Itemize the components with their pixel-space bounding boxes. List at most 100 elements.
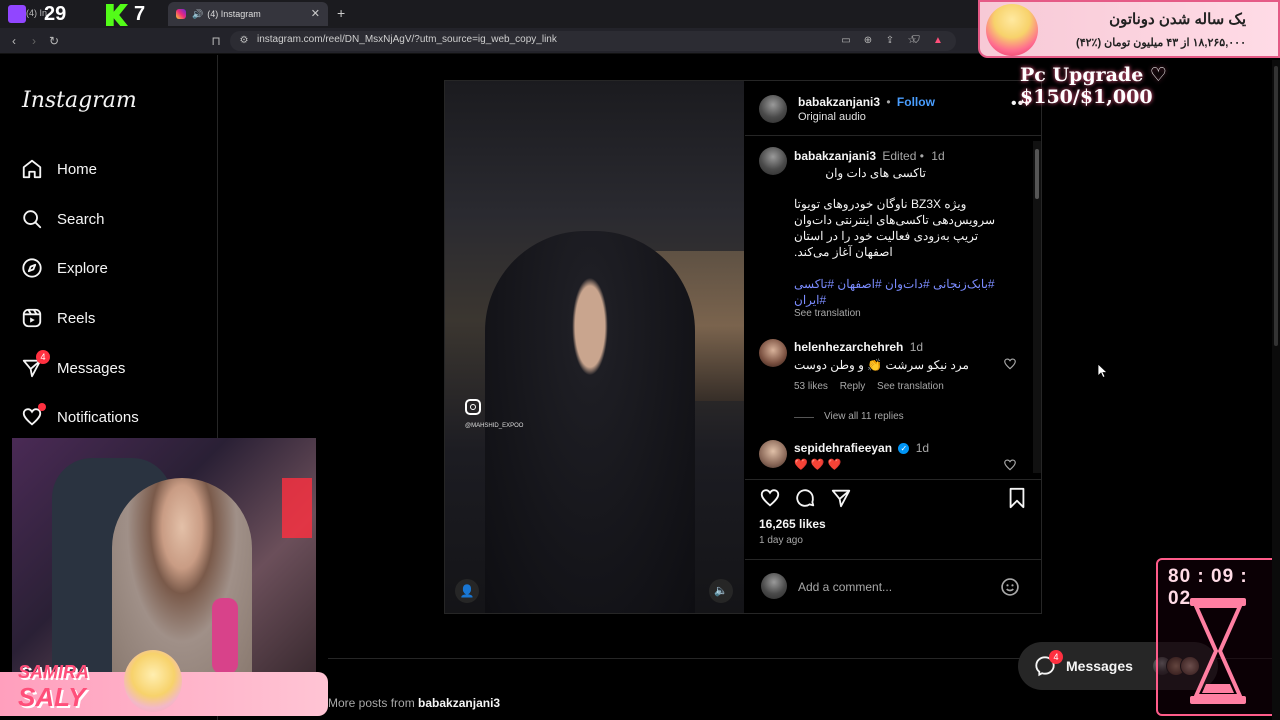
stream-counter-right: 7 xyxy=(134,3,146,25)
close-tab-icon[interactable]: ✕ xyxy=(311,7,320,20)
tagged-user-button[interactable]: 👤 xyxy=(455,579,479,603)
comment-avatar[interactable] xyxy=(759,440,787,468)
emoji-icon[interactable] xyxy=(1000,577,1020,602)
scrollbar-thumb[interactable] xyxy=(1035,149,1039,199)
streamer-name-line1: SAMIRA xyxy=(18,662,89,682)
instagram-favicon-icon xyxy=(176,9,186,19)
sidebar-item-home[interactable]: Home xyxy=(20,153,200,185)
caption-header: babakzanjani3 Edited • 1d xyxy=(794,149,945,163)
add-comment-input[interactable]: Add a comment... xyxy=(798,580,892,594)
streamer-webcam xyxy=(12,438,316,674)
countdown-timer-widget: 80 : 09 : 02 xyxy=(1156,558,1278,716)
page-scrollbar-thumb[interactable] xyxy=(1274,66,1278,346)
zoom-icon[interactable]: ⊕ xyxy=(860,33,876,49)
notifications-dot xyxy=(38,403,46,411)
verified-badge-icon: ✓ xyxy=(898,443,910,455)
messages-pill-badge: 4 xyxy=(1049,650,1063,664)
comment-username[interactable]: sepidehrafieeyan xyxy=(794,441,892,455)
reel-video[interactable]: @MAHSHID_EXPOO 👤 🔈 xyxy=(445,81,744,613)
sidebar-item-notifications[interactable]: Notifications xyxy=(20,401,200,433)
new-tab-button[interactable]: + xyxy=(337,5,345,21)
post-header-line: babakzanjani3 • Follow xyxy=(798,95,935,109)
caption-avatar[interactable] xyxy=(759,147,787,175)
author-username[interactable]: babakzanjani3 xyxy=(798,95,880,109)
likes-count[interactable]: 16,265 likes xyxy=(759,517,826,531)
speaker-icon: 🔈 xyxy=(714,585,728,597)
more-posts-heading: More posts from babakzanjani3 xyxy=(328,696,500,710)
extension-icon[interactable]: ▲ xyxy=(930,33,946,49)
streamer-cartoon-avatar xyxy=(124,650,182,712)
sidebar-item-label: Search xyxy=(57,210,105,228)
sidebar-item-messages[interactable]: 4 Messages xyxy=(20,350,200,384)
neon-light xyxy=(282,478,312,538)
comment-reply[interactable]: Reply xyxy=(840,381,866,392)
sidebar-item-reels[interactable]: Reels xyxy=(20,302,200,334)
comment-icon[interactable] xyxy=(794,487,816,514)
tab-title: (4) Instagram xyxy=(207,9,261,19)
cast-icon[interactable]: ▭ xyxy=(838,33,854,49)
author-avatar[interactable] xyxy=(759,95,787,123)
comment-like-icon[interactable] xyxy=(1003,357,1017,376)
messages-badge: 4 xyxy=(36,350,50,364)
instagram-logo[interactable]: Instagram xyxy=(22,88,137,113)
home-icon xyxy=(20,157,44,181)
comment-username[interactable]: helenhezarchehreh xyxy=(794,340,903,354)
comments-scrollbar[interactable] xyxy=(1033,141,1041,473)
donation-goal-widget: یک ساله شدن دوناتون ۱۸,۲۶۵,۰۰۰ از ۴۳ میل… xyxy=(978,0,1280,58)
shield-icon[interactable]: ⛉ xyxy=(908,33,924,49)
replies-line xyxy=(794,417,814,418)
page-scrollbar[interactable] xyxy=(1272,60,1280,720)
more-posts-prefix: More posts from xyxy=(328,696,415,710)
share-icon[interactable]: ⇪ xyxy=(882,33,898,49)
like-icon[interactable] xyxy=(759,487,781,514)
more-posts-user[interactable]: babakzanjani3 xyxy=(418,696,500,710)
caption-age[interactable]: 1d xyxy=(931,149,944,163)
video-person-silhouette xyxy=(485,231,695,613)
tab-instagram[interactable]: 🔊 (4) Instagram ✕ xyxy=(168,2,328,26)
mouse-cursor-icon xyxy=(1097,363,1109,383)
goal-text: Pc Upgrade ♡ $150/$1,000 xyxy=(1020,64,1167,108)
caption-line-2: سرویس‌دهی تاکسی‌های اینترنتی دات‌وان xyxy=(794,213,995,227)
post-details-pane: babakzanjani3 • Follow Original audio ••… xyxy=(745,81,1041,613)
sidebar-item-label: Explore xyxy=(57,259,108,277)
bookmark-icon[interactable]: ⊓ xyxy=(208,33,224,49)
sidebar-item-search[interactable]: Search xyxy=(20,203,200,235)
comment-avatar[interactable] xyxy=(759,339,787,367)
view-replies[interactable]: View all 11 replies xyxy=(824,411,904,422)
streamer-name-banner: SAMIRA SALY xyxy=(0,650,328,716)
comment-actions: 53 likes Reply See translation xyxy=(794,381,944,392)
caption-hashtags[interactable]: #بابک‌زنجانی #دات‌وان #اصفهان #تاکسی xyxy=(794,277,1004,291)
caption-see-translation[interactable]: See translation xyxy=(794,308,861,319)
follow-button[interactable]: Follow xyxy=(897,95,935,109)
caption-title: تاکسی های دات وان xyxy=(825,166,926,180)
post-time[interactable]: 1 day ago xyxy=(759,535,803,546)
sidebar-item-label: Home xyxy=(57,160,98,178)
compass-icon xyxy=(20,256,44,280)
comment-see-translation[interactable]: See translation xyxy=(877,381,944,392)
site-info-icon[interactable]: ⚙ xyxy=(236,33,252,49)
comment-text: ❤️ ❤️ ❤️ xyxy=(794,459,842,471)
messenger-icon: 4 xyxy=(20,350,50,380)
url-text[interactable]: instagram.com/reel/DN_MsxNjAgV/?utm_sour… xyxy=(257,34,557,45)
comment-likes[interactable]: 53 likes xyxy=(794,381,828,392)
search-icon xyxy=(20,207,44,231)
forward-icon[interactable]: › xyxy=(26,33,42,49)
instagram-watermark-icon xyxy=(465,399,481,415)
comment-header: sepidehrafieeyan ✓ 1d xyxy=(794,441,929,455)
save-icon[interactable] xyxy=(1007,487,1027,514)
share-icon[interactable] xyxy=(830,487,852,514)
comment-text: مرد نیکو سرشت 👏 و وطن دوست xyxy=(794,358,969,372)
caption-username[interactable]: babakzanjani3 xyxy=(794,149,876,163)
audio-label[interactable]: Original audio xyxy=(798,111,866,123)
caption-hashtags-2[interactable]: #ایران xyxy=(794,293,834,307)
comment-like-icon[interactable] xyxy=(1003,458,1017,477)
sidebar-item-explore[interactable]: Explore xyxy=(20,252,200,284)
comment-age: 1d xyxy=(915,441,930,455)
back-icon[interactable]: ‹ xyxy=(6,33,22,49)
sidebar-item-label: Notifications xyxy=(57,408,139,426)
speaker-icon[interactable]: 🔊 xyxy=(192,9,203,20)
mute-button[interactable]: 🔈 xyxy=(709,579,733,603)
reload-icon[interactable]: ↻ xyxy=(46,33,62,49)
microphone xyxy=(212,598,238,674)
current-user-avatar xyxy=(761,573,787,599)
